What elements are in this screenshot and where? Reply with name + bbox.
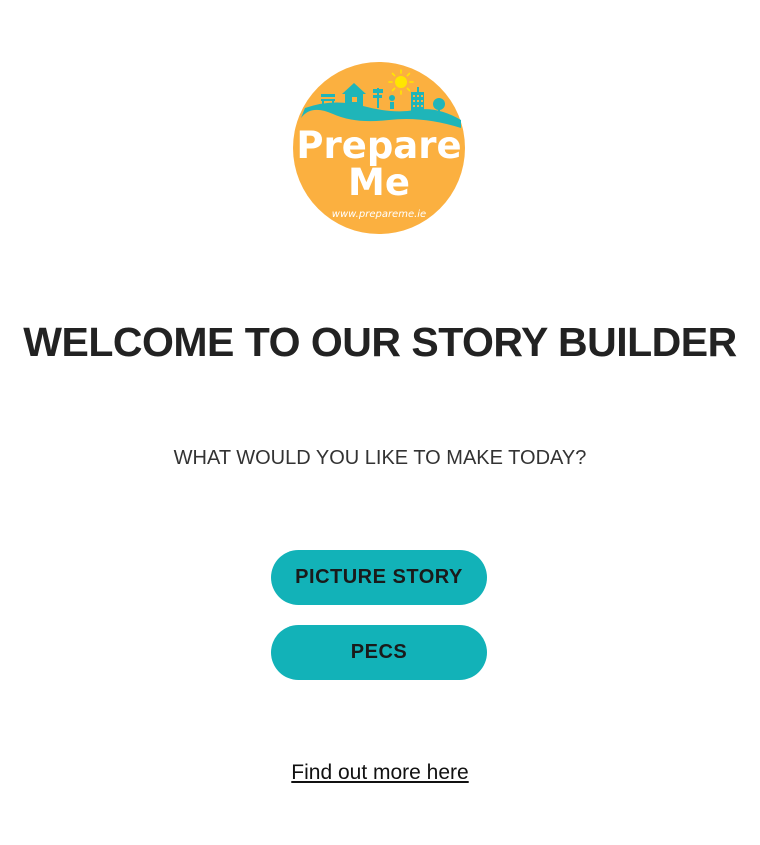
logo-word-me: Me — [348, 161, 410, 204]
footer-link-container: Find out more here — [0, 760, 760, 786]
pecs-button[interactable]: PECS — [271, 625, 487, 680]
page: Prepare Me www.prepareme.ie WELCOME TO O… — [0, 0, 760, 845]
page-title: WELCOME TO OUR STORY BUILDER — [23, 319, 737, 365]
picture-story-button[interactable]: PICTURE STORY — [271, 550, 487, 605]
sun-icon — [388, 69, 414, 95]
logo-url: www.prepareme.ie — [332, 209, 426, 220]
logo-graphic: Prepare Me www.prepareme.ie — [293, 62, 465, 234]
page-subtitle: WHAT WOULD YOU LIKE TO MAKE TODAY? — [173, 447, 587, 469]
find-out-more-link[interactable]: Find out more here — [291, 761, 468, 784]
prepare-me-logo[interactable]: Prepare Me www.prepareme.ie — [293, 62, 465, 234]
